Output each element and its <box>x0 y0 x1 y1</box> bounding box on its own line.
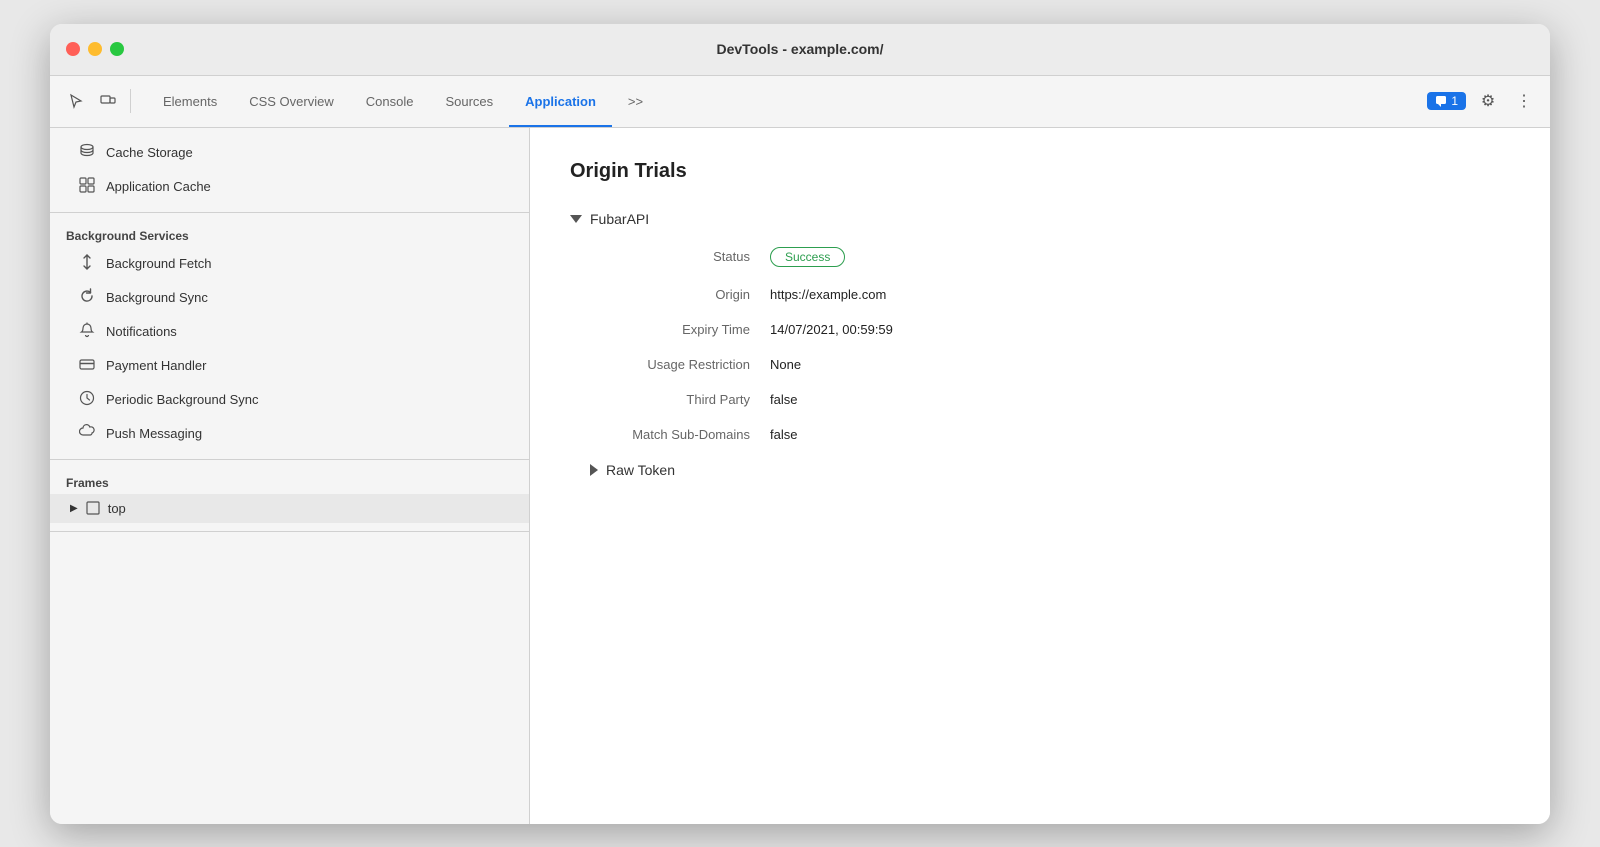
background-services-header: Background Services <box>50 221 529 247</box>
background-services-section: Background Services Background Fetch <box>50 213 529 460</box>
payment-handler-label: Payment Handler <box>106 358 206 373</box>
tab-elements[interactable]: Elements <box>147 76 233 127</box>
device-toggle-button[interactable] <box>94 87 122 115</box>
expiry-time-label: Expiry Time <box>590 322 770 337</box>
toolbar-divider <box>130 89 131 113</box>
push-messaging-icon <box>78 424 96 444</box>
push-messaging-label: Push Messaging <box>106 426 202 441</box>
frames-header: Frames <box>50 468 529 494</box>
traffic-lights <box>66 42 124 56</box>
card-icon <box>79 356 95 372</box>
close-button[interactable] <box>66 42 80 56</box>
match-sub-domains-row: Match Sub-Domains false <box>570 427 1510 442</box>
usage-restriction-label: Usage Restriction <box>590 357 770 372</box>
sidebar-item-background-fetch[interactable]: Background Fetch <box>50 247 529 281</box>
third-party-row: Third Party false <box>570 392 1510 407</box>
periodic-background-sync-label: Periodic Background Sync <box>106 392 258 407</box>
third-party-label: Third Party <box>590 392 770 407</box>
notification-count: 1 <box>1451 94 1458 108</box>
bell-icon <box>79 322 95 338</box>
background-sync-label: Background Sync <box>106 290 208 305</box>
database-icon <box>79 143 95 159</box>
sidebar-item-cache-storage[interactable]: Cache Storage <box>50 136 529 170</box>
notification-badge[interactable]: 1 <box>1427 92 1466 110</box>
periodic-sync-icon <box>78 390 96 410</box>
expiry-time-row: Expiry Time 14/07/2021, 00:59:59 <box>570 322 1510 337</box>
cache-storage-label: Cache Storage <box>106 145 193 160</box>
background-fetch-icon <box>78 254 96 274</box>
comment-icon <box>1435 95 1447 107</box>
origin-label: Origin <box>590 287 770 302</box>
usage-restriction-row: Usage Restriction None <box>570 357 1510 372</box>
cloud-icon <box>79 424 95 440</box>
background-sync-icon <box>78 288 96 308</box>
more-tabs-button[interactable]: >> <box>612 76 659 127</box>
api-header: FubarAPI <box>570 211 1510 227</box>
content-area: Cache Storage Application Cache <box>50 128 1550 824</box>
raw-token-row: Raw Token <box>570 462 1510 478</box>
sidebar-item-top-frame[interactable]: ▶ top <box>50 494 529 523</box>
toolbar: Elements CSS Overview Console Sources Ap… <box>50 76 1550 128</box>
cursor-tool-button[interactable] <box>62 87 90 115</box>
tab-sources[interactable]: Sources <box>429 76 509 127</box>
storage-section: Cache Storage Application Cache <box>50 128 529 213</box>
arrows-updown-icon <box>79 254 95 270</box>
more-options-button[interactable]: ⋮ <box>1510 87 1538 115</box>
settings-button[interactable]: ⚙ <box>1474 87 1502 115</box>
payment-handler-icon <box>78 356 96 376</box>
raw-token-label: Raw Token <box>606 462 675 478</box>
application-cache-label: Application Cache <box>106 179 211 194</box>
sidebar-item-application-cache[interactable]: Application Cache <box>50 170 529 204</box>
api-section: FubarAPI Status Success Origin https://e… <box>570 211 1510 478</box>
cache-storage-icon <box>78 143 96 163</box>
sidebar: Cache Storage Application Cache <box>50 128 530 824</box>
sidebar-item-notifications[interactable]: Notifications <box>50 315 529 349</box>
match-sub-domains-value: false <box>770 427 797 442</box>
top-frame-label: top <box>108 501 126 516</box>
titlebar: DevTools - example.com/ <box>50 24 1550 76</box>
window-title: DevTools - example.com/ <box>716 41 883 57</box>
tab-console[interactable]: Console <box>350 76 430 127</box>
sync-icon <box>79 288 95 304</box>
maximize-button[interactable] <box>110 42 124 56</box>
device-icon <box>100 93 116 109</box>
cursor-icon <box>68 93 84 109</box>
minimize-button[interactable] <box>88 42 102 56</box>
frame-icon <box>86 501 100 515</box>
tab-application[interactable]: Application <box>509 76 612 127</box>
main-panel: Origin Trials FubarAPI Status Success Or… <box>530 128 1550 824</box>
grid-icon <box>79 177 95 193</box>
notifications-label: Notifications <box>106 324 177 339</box>
status-badge: Success <box>770 247 845 267</box>
background-fetch-label: Background Fetch <box>106 256 212 271</box>
api-name: FubarAPI <box>590 211 649 227</box>
expand-icon: ▶ <box>70 503 78 514</box>
expand-raw-token-icon[interactable] <box>590 464 598 476</box>
clock-icon <box>79 390 95 406</box>
sidebar-item-background-sync[interactable]: Background Sync <box>50 281 529 315</box>
collapse-icon[interactable] <box>570 215 582 223</box>
page-title: Origin Trials <box>570 160 1510 183</box>
devtools-window: DevTools - example.com/ Elements CSS Ove… <box>50 24 1550 824</box>
application-cache-icon <box>78 177 96 197</box>
sidebar-item-payment-handler[interactable]: Payment Handler <box>50 349 529 383</box>
status-row: Status Success <box>570 247 1510 267</box>
tab-css-overview[interactable]: CSS Overview <box>233 76 350 127</box>
toolbar-right: 1 ⚙ ⋮ <box>1427 87 1538 115</box>
match-sub-domains-label: Match Sub-Domains <box>590 427 770 442</box>
usage-restriction-value: None <box>770 357 801 372</box>
sidebar-item-push-messaging[interactable]: Push Messaging <box>50 417 529 451</box>
origin-row: Origin https://example.com <box>570 287 1510 302</box>
origin-value: https://example.com <box>770 287 886 302</box>
frames-section: Frames ▶ top <box>50 460 529 532</box>
third-party-value: false <box>770 392 797 407</box>
expiry-time-value: 14/07/2021, 00:59:59 <box>770 322 893 337</box>
sidebar-item-periodic-background-sync[interactable]: Periodic Background Sync <box>50 383 529 417</box>
notifications-icon <box>78 322 96 342</box>
status-label: Status <box>590 249 770 264</box>
tab-bar: Elements CSS Overview Console Sources Ap… <box>147 76 659 127</box>
